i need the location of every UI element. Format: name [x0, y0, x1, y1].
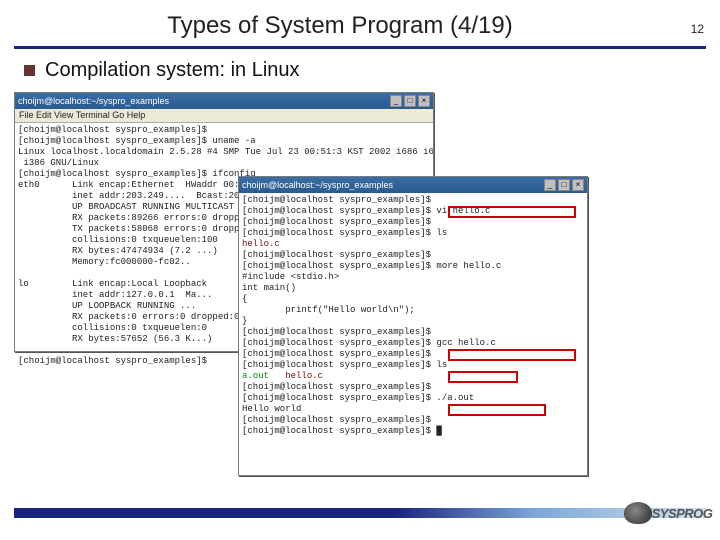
footer-divider [14, 508, 706, 518]
terminal-line: [choijm@localhost syspro_examples]$ ls [242, 228, 584, 239]
terminal-line: [choijm@localhost syspro_examples]$ [242, 415, 584, 426]
terminal-line: [choijm@localhost syspro_examples]$ [242, 250, 584, 261]
bullet-item: Compilation system: in Linux [0, 59, 720, 82]
titlebar: choijm@localhost:~/syspro_examples _ □ × [239, 177, 587, 193]
terminal-line: [choijm@localhost syspro_examples]$ gcc … [242, 338, 584, 349]
titlebar: choijm@localhost:~/syspro_examples _ □ × [15, 93, 433, 109]
highlight-box [448, 349, 576, 361]
bullet-text: Compilation system: in Linux [45, 59, 300, 82]
sysprog-logo: SYSPROG [624, 496, 710, 530]
highlight-box [448, 206, 576, 218]
maximize-button[interactable]: □ [404, 95, 416, 107]
terminal-line: } [242, 316, 584, 327]
terminal-line: [choijm@localhost syspro_examples]$ more… [242, 261, 584, 272]
titlebar-text: choijm@localhost:~/syspro_examples [18, 96, 388, 107]
terminal-line: [choijm@localhost syspro_examples]$ ./a.… [242, 393, 584, 404]
maximize-button[interactable]: □ [558, 179, 570, 191]
terminal-line: [choijm@localhost syspro_examples]$ [242, 217, 584, 228]
titlebar-text: choijm@localhost:~/syspro_examples [242, 180, 542, 191]
terminal-line: printf("Hello world\n"); [242, 305, 584, 316]
terminal-line: hello.c [242, 239, 584, 250]
bullet-square-icon [24, 65, 35, 76]
terminal-line: [choijm@localhost syspro_examples]$ [242, 195, 584, 206]
terminal-line: [choijm@localhost syspro_examples]$ ls [242, 360, 584, 371]
terminal-line: [choijm@localhost syspro_examples]$ [242, 382, 584, 393]
minimize-button[interactable]: _ [390, 95, 402, 107]
close-button[interactable]: × [418, 95, 430, 107]
terminal-line: int main() [242, 283, 584, 294]
terminal-line: #include <stdio.h> [242, 272, 584, 283]
highlight-box [448, 371, 518, 383]
title-divider [14, 46, 706, 49]
terminal-line: a.out hello.c [242, 371, 584, 382]
highlight-box [448, 404, 546, 416]
terminal-line: [choijm@localhost syspro_examples]$ █ [242, 426, 584, 437]
terminal-line: [choijm@localhost syspro_examples]$ [242, 327, 584, 338]
page-number: 12 [680, 22, 704, 36]
logo-text: SYSPROG [652, 506, 713, 521]
minimize-button[interactable]: _ [544, 179, 556, 191]
menubar[interactable]: File Edit View Terminal Go Help [15, 109, 433, 123]
slide-title: Types of System Program (4/19) [0, 12, 680, 40]
terminal-body: [choijm@localhost syspro_examples]$[choi… [239, 193, 587, 439]
terminal-line: { [242, 294, 584, 305]
terminal-window-foreground: choijm@localhost:~/syspro_examples _ □ ×… [238, 176, 588, 476]
close-button[interactable]: × [572, 179, 584, 191]
